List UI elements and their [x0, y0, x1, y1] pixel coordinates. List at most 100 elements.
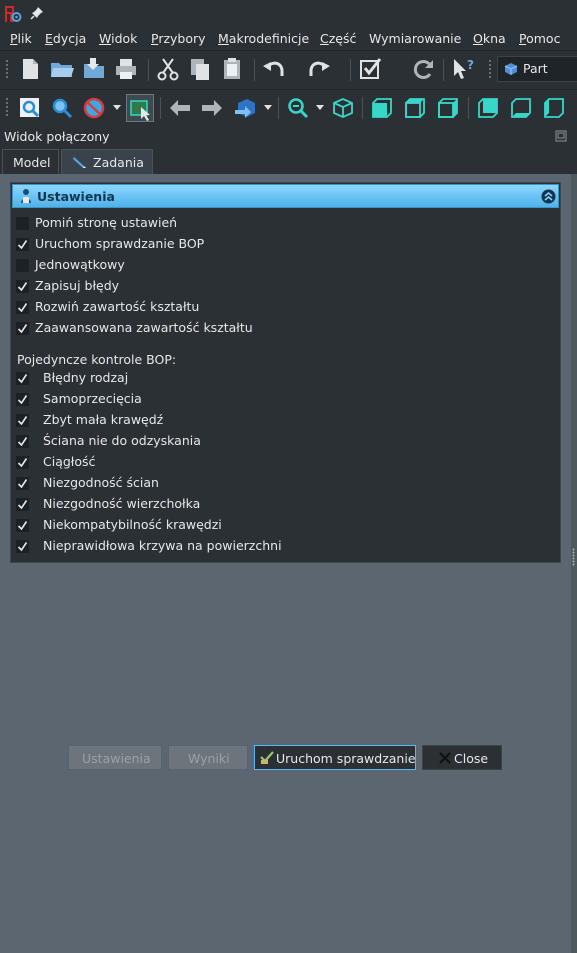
run-check-button-label: Uruchom sprawdzanie [276, 751, 416, 766]
checkbox[interactable] [16, 322, 29, 335]
part-workbench-icon [504, 63, 518, 75]
paste-button[interactable] [218, 55, 246, 83]
bop-check-too-small-edge[interactable]: Zbyt mała krawędź [16, 411, 556, 429]
bop-check-non-recoverable-face[interactable]: Ściana nie do odzyskania [16, 432, 556, 450]
refresh-icon [413, 60, 433, 79]
link-dropdown-icon[interactable] [264, 105, 272, 111]
run-bop-check-option[interactable]: Uruchom sprawdzanie BOP [16, 235, 556, 253]
redo-icon [309, 61, 330, 76]
checkbox[interactable] [16, 393, 29, 406]
right-view-button[interactable] [434, 94, 462, 122]
menu-windows[interactable]: Okna [473, 31, 506, 46]
forward-button[interactable] [198, 94, 226, 122]
bop-check-self-intersect[interactable]: Samoprzecięcia [16, 390, 556, 408]
link-actions-button[interactable] [232, 94, 260, 122]
file-toolbar: ? [0, 50, 577, 122]
undo-icon [263, 61, 284, 76]
standard-views-dropdown-icon[interactable] [316, 105, 324, 111]
refresh-button[interactable] [409, 55, 437, 83]
settings-box-header[interactable]: Ustawienia [12, 184, 559, 208]
left-view-button[interactable] [540, 94, 568, 122]
results-button[interactable]: Wyniki [168, 745, 248, 770]
checkbox[interactable] [16, 456, 29, 469]
settings-task-box: Ustawienia Pomiń stronę ustawień Uruchom… [10, 182, 561, 563]
checkbox[interactable] [16, 280, 29, 293]
menu-tools[interactable]: Przybory [151, 31, 206, 46]
save-button[interactable] [80, 55, 108, 83]
fit-all-button[interactable] [16, 94, 44, 122]
recompute-check-button[interactable] [356, 55, 384, 83]
checkbox[interactable] [16, 540, 29, 553]
close-button[interactable]: Close [422, 745, 502, 770]
results-button-label: Wyniki [188, 751, 230, 766]
checkbox[interactable] [16, 372, 29, 385]
back-button[interactable] [166, 94, 194, 122]
single-threaded-option[interactable]: Jednowątkowy [16, 256, 556, 274]
checkbox[interactable] [16, 414, 29, 427]
checkbox[interactable] [16, 498, 29, 511]
draw-style-icon [83, 97, 105, 119]
expand-shape-content-option[interactable]: Rozwiń zawartość kształtu [16, 298, 556, 316]
toolbar-grip[interactable] [488, 59, 492, 79]
draw-style-dropdown-icon[interactable] [113, 105, 121, 111]
undo-button[interactable] [260, 55, 288, 83]
checkmark-icon [17, 437, 28, 447]
menu-help[interactable]: Pomoc [519, 31, 560, 46]
menu-edit[interactable]: Edycja [45, 31, 86, 46]
collapse-icon[interactable] [541, 189, 556, 204]
checkbox[interactable] [16, 259, 29, 272]
toolbar-grip[interactable] [5, 97, 9, 117]
draw-style-button[interactable] [80, 94, 108, 122]
new-document-button[interactable] [16, 55, 44, 83]
settings-button[interactable]: Ustawienia [68, 745, 162, 770]
open-button[interactable] [48, 55, 76, 83]
top-view-button[interactable] [401, 94, 429, 122]
bop-check-bad-type[interactable]: Błędny rodzaj [16, 369, 556, 387]
tab-model[interactable]: Model [2, 149, 59, 174]
checkbox[interactable] [16, 477, 29, 490]
menu-macro[interactable]: Makrodefinicje [218, 31, 309, 46]
checkbox[interactable] [16, 217, 29, 230]
checkbox[interactable] [16, 301, 29, 314]
bounding-box-selection-button[interactable] [126, 94, 154, 122]
menu-view[interactable]: Widok [99, 31, 137, 46]
log-errors-option[interactable]: Zapisuj błędy [16, 277, 556, 295]
menu-part[interactable]: Część [320, 31, 356, 46]
bop-check-incompatibility-edge[interactable]: Niekompatybilność krawędzi [16, 516, 556, 534]
undock-panel-icon[interactable] [555, 130, 567, 142]
print-button[interactable] [112, 55, 140, 83]
checkbox-label: Ściana nie do odzyskania [43, 433, 201, 448]
bop-check-continuity[interactable]: Ciągłość [16, 453, 556, 471]
close-icon [439, 752, 451, 764]
run-check-button[interactable]: Uruchom sprawdzanie [254, 745, 416, 770]
save-icon [84, 58, 104, 78]
menu-file[interactable]: Plik [10, 31, 32, 46]
advanced-shape-content-option[interactable]: Zaawansowana zawartość kształtu [16, 319, 556, 337]
checkbox-label: Rozwiń zawartość kształtu [35, 299, 200, 314]
cut-button[interactable] [154, 55, 182, 83]
pin-icon[interactable] [30, 6, 44, 20]
checkbox-label: Zapisuj błędy [35, 278, 120, 293]
checkbox[interactable] [16, 238, 29, 251]
whats-this-button[interactable]: ? [449, 55, 477, 83]
menu-measure[interactable]: Wymiarowanie [369, 31, 461, 46]
bop-check-invalid-curve-on-surface[interactable]: Nieprawidłowa krzywa na powierzchni [16, 537, 556, 555]
bop-check-incompatibility-face[interactable]: Niezgodność ścian [16, 474, 556, 492]
workbench-selector-value: Part [523, 61, 548, 76]
tab-tasks[interactable]: Zadania [61, 149, 153, 174]
checkbox[interactable] [16, 435, 29, 448]
checkbox[interactable] [16, 519, 29, 532]
redo-button[interactable] [305, 55, 333, 83]
toolbar-grip[interactable] [5, 59, 9, 79]
fit-selection-button[interactable] [48, 94, 76, 122]
splitter-handle-icon[interactable] [572, 548, 575, 566]
copy-button[interactable] [186, 55, 214, 83]
front-view-button[interactable] [368, 94, 396, 122]
bop-check-incompatibility-vertex[interactable]: Niezgodność wierzchołka [16, 495, 556, 513]
workbench-selector[interactable]: Part [497, 56, 577, 82]
standard-views-button[interactable] [284, 94, 312, 122]
bottom-view-button[interactable] [507, 94, 535, 122]
rear-view-button[interactable] [474, 94, 502, 122]
isometric-view-button[interactable] [329, 94, 357, 122]
skip-settings-option[interactable]: Pomiń stronę ustawień [16, 214, 556, 232]
